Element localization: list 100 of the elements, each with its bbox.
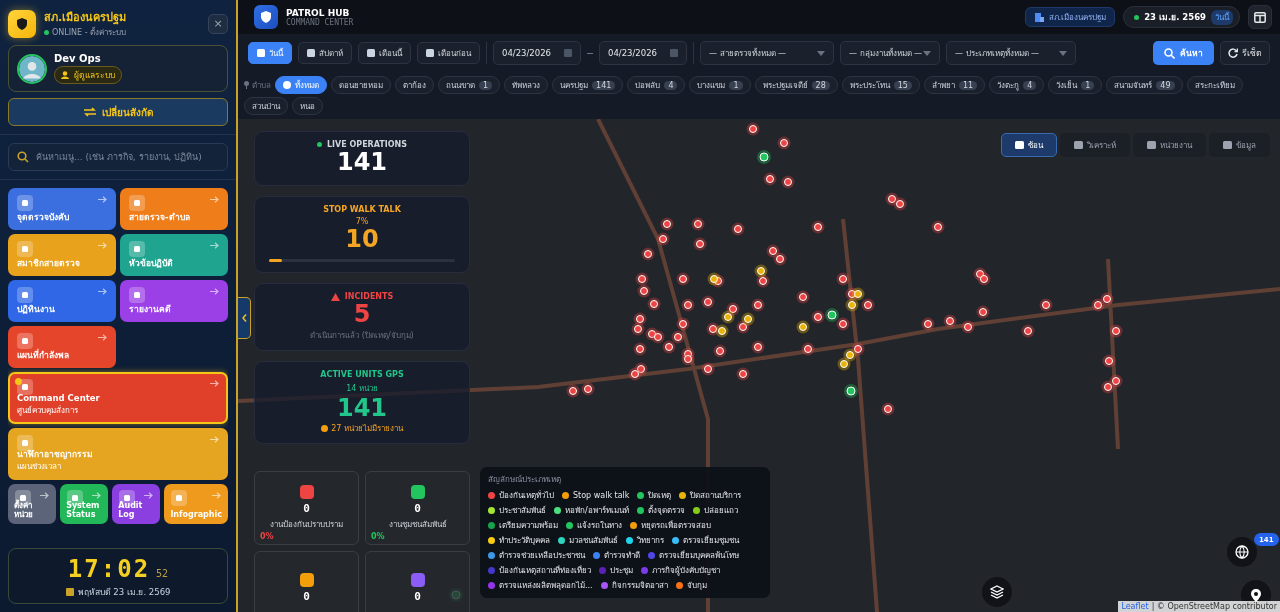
view-tab[interactable]: หน่วยงาน [1133,133,1206,157]
map-marker[interactable] [781,175,795,189]
map-marker[interactable] [662,340,676,354]
map-marker[interactable] [676,317,690,331]
map-marker[interactable] [731,222,745,236]
layout-toggle-button[interactable] [1248,5,1272,29]
map-marker[interactable] [977,272,991,286]
map-marker[interactable] [641,247,655,261]
map-marker[interactable] [631,322,645,336]
date-field[interactable]: 04/23/2026 [493,41,581,65]
map-marker[interactable] [756,274,770,288]
map-marker[interactable] [773,252,787,266]
map-marker[interactable] [777,136,791,150]
map-marker[interactable] [1039,298,1053,312]
map-marker[interactable] [796,320,810,334]
map-marker[interactable] [660,217,674,231]
subdistrict-chip[interactable]: ลำพยา 11 [923,76,986,94]
map-marker[interactable] [707,272,721,286]
subdistrict-chip[interactable]: พระปฐมเจดีย์ 28 [754,76,838,94]
map-marker[interactable] [566,384,580,398]
layers-button[interactable] [982,577,1012,607]
map-marker[interactable] [628,367,642,381]
leaflet-link[interactable]: Leaflet [1121,602,1149,611]
menu-tile[interactable]: ตั้งค่าหน่วย [8,484,57,524]
map-marker[interactable] [757,150,771,164]
map-marker[interactable] [736,367,750,381]
map-marker[interactable] [825,308,839,322]
map-marker[interactable] [633,312,647,326]
map-marker[interactable] [811,310,825,324]
map-marker[interactable] [1021,324,1035,338]
map-marker[interactable] [811,220,825,234]
map-marker[interactable] [701,362,715,376]
subdistrict-chip[interactable]: สนามจันทร์ 49 [1106,76,1183,94]
map-marker[interactable] [837,357,851,371]
subdistrict-chip[interactable]: บ่อพลับ 4 [627,76,686,94]
subdistrict-chip[interactable]: หนอ [292,97,323,115]
switch-unit-button[interactable]: เปลี่ยนสังกัด [8,98,228,126]
dropdown[interactable]: — ประเภทเหตุทั้งหมด — [946,41,1076,65]
map-marker[interactable] [844,384,858,398]
subdistrict-chip[interactable]: ถนนขาด 1 [438,76,501,94]
subdistrict-chip[interactable]: บางแขม 1 [689,76,751,94]
period-button[interactable]: วันนี้ [248,42,292,64]
map-marker[interactable] [633,342,647,356]
map-marker[interactable] [1102,354,1116,368]
menu-tile[interactable]: ปฏิทินงาน [8,280,116,322]
map-marker[interactable] [741,312,755,326]
subdistrict-chip[interactable]: ทั้งหมด [275,76,327,94]
dropdown[interactable]: — สายตรวจทั้งหมด — [700,41,834,65]
map-marker[interactable] [751,340,765,354]
map-marker[interactable] [656,232,670,246]
view-tab[interactable]: ข้อมูล [1209,133,1270,157]
map-marker[interactable] [721,310,735,324]
collapse-handle[interactable] [238,297,251,339]
map-marker[interactable] [843,348,857,362]
reset-button[interactable]: รีเซ็ต [1220,41,1270,65]
map-marker[interactable] [881,402,895,416]
map-marker[interactable] [693,237,707,251]
map-marker[interactable] [751,298,765,312]
menu-tile[interactable]: รายงานคดี [120,280,228,322]
map-marker[interactable] [766,244,780,258]
map-marker[interactable] [961,320,975,334]
search-button[interactable]: ค้นหา [1153,41,1214,65]
subdistrict-chip[interactable]: สระกะเทียม [1186,76,1243,94]
map-marker[interactable] [845,298,859,312]
map-marker[interactable] [1109,324,1123,338]
menu-search-field[interactable]: ค้นหาเมนู... (เช่น ภารกิจ, รายงาน, ปฏิทิน) [8,143,228,171]
map-marker[interactable] [796,290,810,304]
map-marker[interactable] [851,287,865,301]
map-marker[interactable] [676,272,690,286]
map-marker[interactable] [1091,298,1105,312]
map-marker[interactable] [921,317,935,331]
subdistrict-chip[interactable]: วังเย็น 1 [1048,76,1103,94]
map-marker[interactable] [1101,380,1115,394]
map-marker[interactable] [976,305,990,319]
map-marker[interactable] [713,344,727,358]
period-button[interactable]: เดือนก่อน [417,42,480,64]
map-marker[interactable] [1100,292,1114,306]
map-marker[interactable] [836,317,850,331]
period-button[interactable]: สัปดาห์ [298,42,352,64]
dropdown[interactable]: — กลุ่มงานทั้งหมด — [840,41,940,65]
map-marker[interactable] [647,297,661,311]
map-marker[interactable] [736,320,750,334]
map-marker[interactable] [651,330,665,344]
subdistrict-chip[interactable]: นครปฐม 141 [552,76,624,94]
map-marker[interactable] [715,324,729,338]
menu-tile[interactable]: จุดตรวจบังคับ [8,188,116,230]
subdistrict-chip[interactable]: พระประโทน 15 [841,76,920,94]
map-marker[interactable] [701,295,715,309]
period-button[interactable]: เดือนนี้ [358,42,411,64]
map-marker[interactable] [836,272,850,286]
map-marker[interactable] [1109,374,1123,388]
map-marker[interactable] [746,122,760,136]
map-marker[interactable] [851,342,865,356]
menu-tile[interactable]: Command Center ศูนย์ควบคุมสั่งการ [8,372,228,424]
map-marker[interactable] [885,192,899,206]
map-marker[interactable] [681,352,695,366]
subdistrict-chip[interactable]: ดอนยายหอม [331,76,391,94]
date-field[interactable]: 04/23/2026 [599,41,687,65]
map-marker[interactable] [671,330,685,344]
map-marker[interactable] [801,342,815,356]
